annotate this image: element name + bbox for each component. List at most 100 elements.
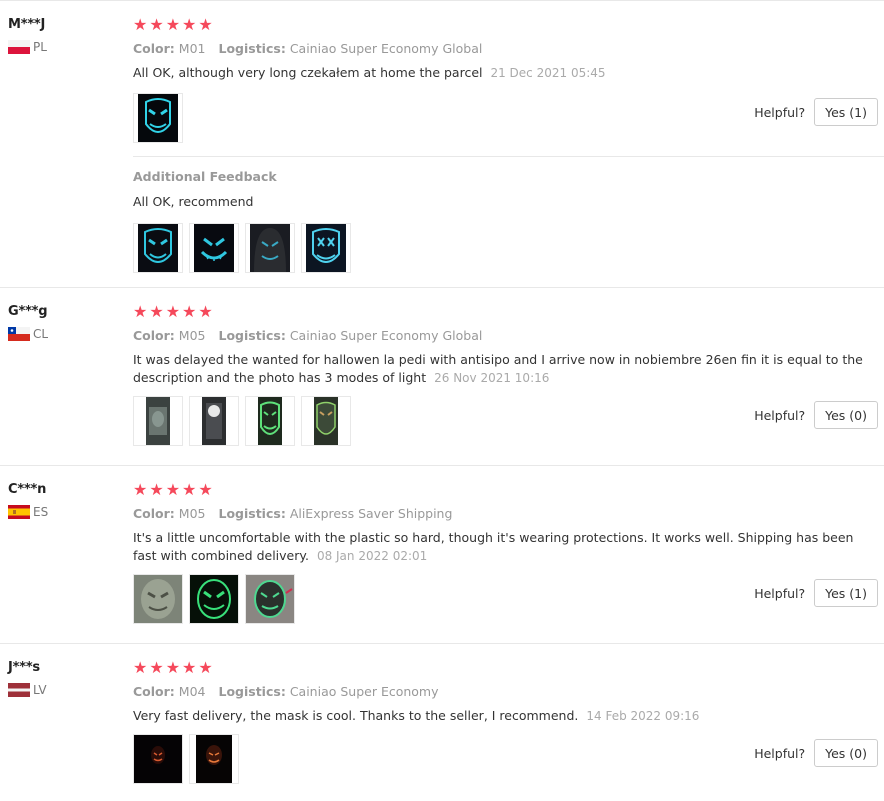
helpful-yes-button[interactable]: Yes (1) [814, 98, 878, 126]
review-body: ★ ★ ★ ★ ★ Color: M04 Logistics: Cainiao Super… [133, 660, 878, 725]
review-image-thumbnail[interactable] [189, 223, 239, 273]
helpful-yes-button[interactable]: Yes (1) [814, 579, 878, 607]
reviewer-info: J***s LV [8, 660, 118, 697]
helpful-label: Helpful? [754, 745, 806, 761]
review-image-thumbnail[interactable] [133, 574, 183, 624]
star-icon: ★ [198, 15, 213, 34]
review-image-thumbnail[interactable] [301, 396, 351, 446]
helpful-section: Helpful? Yes (0) [754, 401, 878, 429]
additional-feedback: Additional Feedback All OK, recommend [133, 156, 884, 273]
review-text: All OK, although very long czekałem at h… [133, 65, 606, 80]
review-image-thumbnail[interactable] [245, 223, 295, 273]
logistics-value: Cainiao Super Economy Global [289, 41, 483, 56]
color-value: M05 [178, 328, 206, 343]
review-images [133, 734, 239, 784]
review-text: Very fast delivery, the mask is cool. Th… [133, 708, 700, 723]
reviewer-info: G***g CL [8, 304, 118, 341]
helpful-section: Helpful? Yes (1) [754, 98, 878, 126]
reviewer-name: M***J [8, 17, 46, 32]
review-text: It was delayed the wanted for hallowen l… [133, 352, 863, 385]
reviewer-country: ES [8, 505, 118, 519]
helpful-label: Helpful? [754, 585, 806, 601]
additional-feedback-text: All OK, recommend [133, 194, 254, 209]
star-icon: ★ [198, 658, 213, 677]
star-rating: ★ ★ ★ ★ ★ [133, 304, 878, 320]
star-icon: ★ [165, 480, 181, 499]
review-date: 08 Jan 2022 02:01 [316, 549, 428, 563]
color-value: M04 [178, 684, 206, 699]
star-icon: ★ [133, 658, 148, 677]
review-item: J***s LV ★ ★ ★ ★ ★ Color: M04 Logistics: Cain… [0, 643, 884, 801]
star-rating: ★ ★ ★ ★ ★ [133, 17, 878, 33]
star-icon: ★ [133, 15, 148, 34]
star-icon: ★ [182, 480, 197, 499]
review-meta: Color: M04 Logistics: Cainiao Super Econo… [133, 684, 439, 699]
review-item: C***n ES ★ ★ ★ ★ ★ Color: M05 Logistics: AliE… [0, 465, 884, 643]
star-icon: ★ [198, 302, 213, 321]
review-image-thumbnail[interactable] [245, 574, 295, 624]
review-image-thumbnail[interactable] [133, 223, 183, 273]
star-rating: ★ ★ ★ ★ ★ [133, 482, 878, 498]
star-icon: ★ [149, 302, 164, 321]
star-icon: ★ [165, 15, 181, 34]
review-image-thumbnail[interactable] [133, 734, 183, 784]
chile-flag-icon [8, 327, 30, 341]
logistics-value: AliExpress Saver Shipping [289, 506, 453, 521]
logistics-value: Cainiao Super Economy [289, 684, 439, 699]
review-image-thumbnail[interactable] [301, 223, 351, 273]
review-body: ★ ★ ★ ★ ★ Color: M05 Logistics: AliExpress Sa… [133, 482, 878, 565]
review-image-thumbnail[interactable] [133, 396, 183, 446]
color-value: M05 [178, 506, 206, 521]
star-icon: ★ [165, 658, 181, 677]
logistics-value: Cainiao Super Economy Global [289, 328, 483, 343]
review-image-thumbnail[interactable] [189, 574, 239, 624]
additional-feedback-title: Additional Feedback [133, 169, 277, 184]
star-icon: ★ [182, 15, 197, 34]
review-date: 21 Dec 2021 05:45 [490, 66, 606, 80]
spain-flag-icon [8, 505, 30, 519]
review-image-thumbnail[interactable] [189, 396, 239, 446]
poland-flag-icon [8, 40, 30, 54]
star-icon: ★ [165, 302, 181, 321]
star-icon: ★ [182, 302, 197, 321]
review-item: M***J PL ★ ★ ★ ★ ★ Color: M01 Logistics: Cain… [0, 0, 884, 287]
review-image-thumbnail[interactable] [245, 396, 295, 446]
star-icon: ★ [149, 658, 164, 677]
latvia-flag-icon [8, 683, 30, 697]
country-code: LV [33, 683, 47, 697]
review-date: 14 Feb 2022 09:16 [586, 709, 700, 723]
reviewer-name: G***g [8, 304, 48, 319]
review-body: ★ ★ ★ ★ ★ Color: M01 Logistics: Cainiao Super… [133, 17, 878, 82]
color-value: M01 [178, 41, 206, 56]
star-icon: ★ [149, 15, 164, 34]
country-code: CL [33, 327, 49, 341]
star-icon: ★ [182, 658, 197, 677]
review-images [133, 93, 183, 143]
star-icon: ★ [149, 480, 164, 499]
review-image-thumbnail[interactable] [133, 93, 183, 143]
reviewer-country: PL [8, 40, 118, 54]
helpful-section: Helpful? Yes (0) [754, 739, 878, 767]
review-meta: Color: M01 Logistics: Cainiao Super Econo… [133, 41, 483, 56]
helpful-section: Helpful? Yes (1) [754, 579, 878, 607]
country-code: PL [33, 40, 47, 54]
star-icon: ★ [133, 302, 148, 321]
review-item: G***g CL ★ ★ ★ ★ ★ Color: M05 Logistics: Cain… [0, 287, 884, 465]
star-icon: ★ [198, 480, 213, 499]
reviewer-country: LV [8, 683, 118, 697]
review-body: ★ ★ ★ ★ ★ Color: M05 Logistics: Cainiao Super… [133, 304, 878, 387]
country-code: ES [33, 505, 49, 519]
star-rating: ★ ★ ★ ★ ★ [133, 660, 878, 676]
helpful-label: Helpful? [754, 104, 806, 120]
helpful-yes-button[interactable]: Yes (0) [814, 739, 878, 767]
reviewer-info: C***n ES [8, 482, 118, 519]
review-meta: Color: M05 Logistics: Cainiao Super Econo… [133, 328, 483, 343]
review-images [133, 574, 295, 624]
star-icon: ★ [133, 480, 148, 499]
additional-feedback-images [133, 223, 351, 273]
review-image-thumbnail[interactable] [189, 734, 239, 784]
reviewer-name: J***s [8, 660, 40, 675]
review-images [133, 396, 351, 446]
helpful-yes-button[interactable]: Yes (0) [814, 401, 878, 429]
review-date: 26 Nov 2021 10:16 [434, 371, 550, 385]
